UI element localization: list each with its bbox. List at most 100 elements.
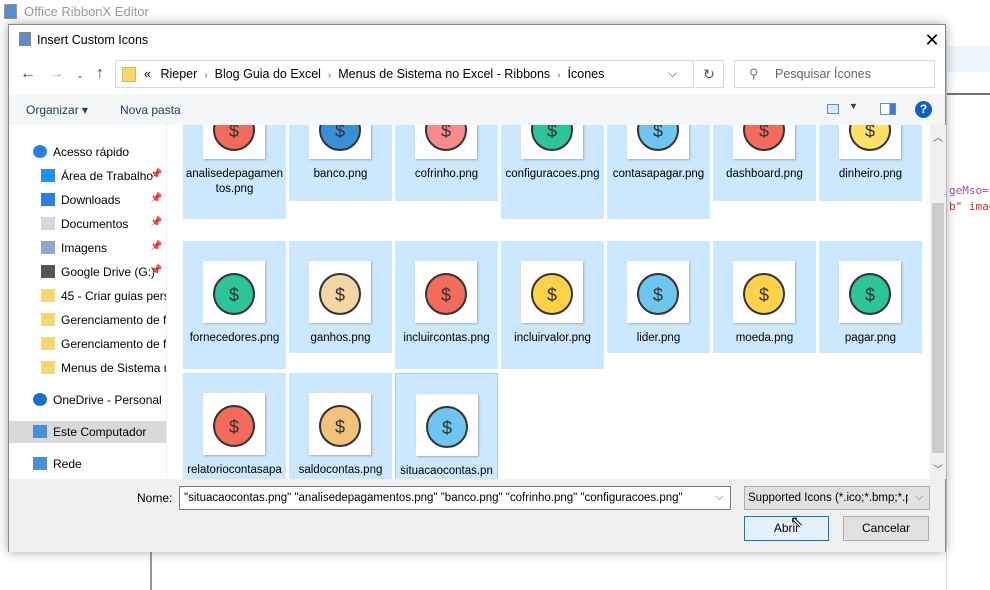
icon-thumbnail-graphic: $ [743, 125, 785, 151]
scroll-down-icon[interactable]: ﹀ [933, 461, 943, 476]
preview-pane-icon[interactable] [880, 103, 896, 115]
sidebar-item[interactable]: Menus de Sistema no Excel [9, 357, 166, 379]
svg-text:$: $ [759, 285, 769, 305]
sidebar-item[interactable]: Downloads 📌 [9, 189, 166, 211]
open-button[interactable]: Abrir [744, 516, 829, 541]
pin-icon[interactable]: 📌 [150, 241, 162, 252]
view-icon[interactable] [827, 104, 839, 114]
file-item[interactable]: $ dinheiro.png [819, 125, 922, 201]
back-arrow-icon[interactable]: ← [19, 65, 37, 83]
file-item[interactable]: $ configuracoes.png [501, 125, 604, 219]
sidebar-item[interactable]: Gerenciamento de financeiro [9, 309, 166, 331]
file-thumbnail: $ [203, 125, 265, 159]
star-icon [33, 145, 47, 158]
filename-input[interactable]: "situacaocontas.png" "analisedepagamento… [179, 486, 731, 510]
chevron-down-icon[interactable]: ⌵ [668, 66, 677, 81]
sidebar-item[interactable]: Imagens 📌 [9, 237, 166, 259]
folder-icon [41, 289, 55, 302]
sidebar-item[interactable]: Gerenciamento de financeiro [9, 333, 167, 355]
pin-icon[interactable]: 📌 [150, 217, 162, 228]
file-thumbnail: $ [309, 261, 371, 323]
file-name: banco.png [313, 168, 368, 180]
svg-text:$: $ [865, 285, 875, 305]
forward-arrow-icon[interactable]: → [47, 65, 65, 83]
sidebar-item-label: OneDrive - Personal [53, 393, 162, 407]
icon-thumbnail-graphic: $ [531, 125, 573, 151]
sidebar-item[interactable]: Documentos 📌 [9, 213, 166, 235]
sidebar-item[interactable]: Este Computador [9, 421, 166, 443]
file-item[interactable]: $ analisedepagamentos.png [183, 125, 286, 219]
toolbar: Organizar ▾ Nova pasta ▼ ? [9, 95, 945, 125]
sidebar-item[interactable]: Google Drive (G:) 📌 [9, 261, 166, 283]
file-name: incluircontas.png [403, 332, 490, 344]
recent-locations-chevron-icon[interactable]: ⌄ [71, 70, 89, 81]
dialog-footer: Nome: "situacaocontas.png" "analisedepag… [9, 479, 945, 552]
app-title: Office RibbonX Editor [24, 4, 149, 19]
file-item[interactable]: $ banco.png [289, 125, 392, 201]
file-type-select[interactable]: Supported Icons (*.ico;*.bmp;*.png) ⌵ [744, 486, 930, 510]
sidebar-item[interactable]: Área de Trabalho 📌 [9, 165, 166, 187]
file-item[interactable]: $ situacaocontas.png [395, 373, 498, 479]
image-icon [41, 241, 55, 254]
file-thumbnail: $ [627, 261, 689, 323]
file-thumbnail: $ [309, 393, 371, 455]
new-folder-button[interactable]: Nova pasta [120, 103, 181, 117]
file-item[interactable]: $ relatoriocontasapagar.png [183, 373, 286, 479]
sidebar-item-label: Documentos [61, 217, 129, 231]
sidebar-item-label: Gerenciamento de financeiro [61, 337, 167, 351]
address-bar[interactable]: « Rieper › Blog Guia do Excel › Menus de Sis… [115, 60, 694, 88]
file-item[interactable]: $ saldocontas.png [289, 373, 392, 479]
cancel-button[interactable]: Cancelar [843, 516, 929, 541]
folder-icon [122, 67, 136, 82]
file-item[interactable]: $ pagar.png [819, 241, 922, 353]
file-name: lider.png [636, 332, 681, 344]
file-item[interactable]: $ fornecedores.png [183, 241, 286, 369]
file-name: incluirvalor.png [514, 332, 591, 344]
file-item[interactable]: $ contasapagar.png [607, 125, 710, 219]
breadcrumb-item[interactable]: Menus de Sistema no Excel - Ribbons [338, 67, 550, 81]
sidebar-item-label: Imagens [61, 241, 108, 255]
sidebar-item[interactable]: Rede [9, 453, 166, 475]
file-item[interactable]: $ cofrinho.png [395, 125, 498, 201]
icon-thumbnail-graphic: $ [319, 125, 361, 151]
file-name: cofrinho.png [414, 168, 479, 180]
sidebar-item[interactable]: OneDrive - Personal [9, 389, 166, 411]
search-input[interactable]: ⚲ Pesquisar Ícones [734, 60, 935, 88]
file-item[interactable]: $ incluircontas.png [395, 241, 498, 369]
breadcrumb-item[interactable]: Rieper [160, 67, 197, 81]
search-placeholder: Pesquisar Ícones [775, 67, 871, 81]
breadcrumb-item[interactable]: Ícones [568, 67, 605, 81]
file-item[interactable]: $ dashboard.png [713, 125, 816, 201]
pin-icon[interactable]: 📌 [150, 265, 162, 276]
file-item[interactable]: $ incluirvalor.png [501, 241, 604, 369]
breadcrumb-overflow[interactable]: « [144, 67, 151, 81]
caret-down-icon[interactable]: ▼ [849, 101, 858, 111]
svg-text:$: $ [335, 285, 345, 305]
pin-icon[interactable]: 📌 [150, 169, 162, 180]
file-thumbnail: $ [839, 125, 901, 159]
close-button[interactable]: ✕ [921, 29, 943, 51]
up-arrow-icon[interactable]: ↑ [91, 65, 109, 83]
scroll-thumb[interactable] [932, 203, 944, 453]
help-button[interactable]: ? [915, 101, 932, 118]
icon-thumbnail-graphic: $ [637, 125, 679, 151]
file-thumbnail: $ [733, 125, 795, 159]
refresh-button[interactable]: ↻ [695, 60, 724, 88]
file-thumbnail: $ [203, 261, 265, 323]
file-list: $ analisedepagamentos.png $ banco.png $ cofri… [167, 125, 930, 479]
sidebar-item[interactable]: 45 - Criar guias personalizadas [9, 285, 166, 307]
file-item[interactable]: $ ganhos.png [289, 241, 392, 353]
chevron-down-icon[interactable]: ⌵ [715, 491, 723, 504]
code-text: b" imag [949, 200, 990, 213]
icon-thumbnail-graphic: $ [425, 273, 467, 315]
breadcrumb-item[interactable]: Blog Guia do Excel [215, 67, 321, 81]
pin-icon[interactable]: 📌 [150, 193, 162, 204]
file-thumbnail: $ [415, 125, 477, 159]
scroll-up-icon[interactable]: ︿ [933, 129, 943, 144]
file-item[interactable]: $ moeda.png [713, 241, 816, 353]
sidebar-item[interactable]: Acesso rápido [9, 141, 166, 163]
vertical-scrollbar[interactable]: ︿ ﹀ [930, 125, 946, 479]
file-name: dashboard.png [726, 168, 803, 180]
file-item[interactable]: $ lider.png [607, 241, 710, 353]
organize-button[interactable]: Organizar ▾ [26, 103, 88, 117]
